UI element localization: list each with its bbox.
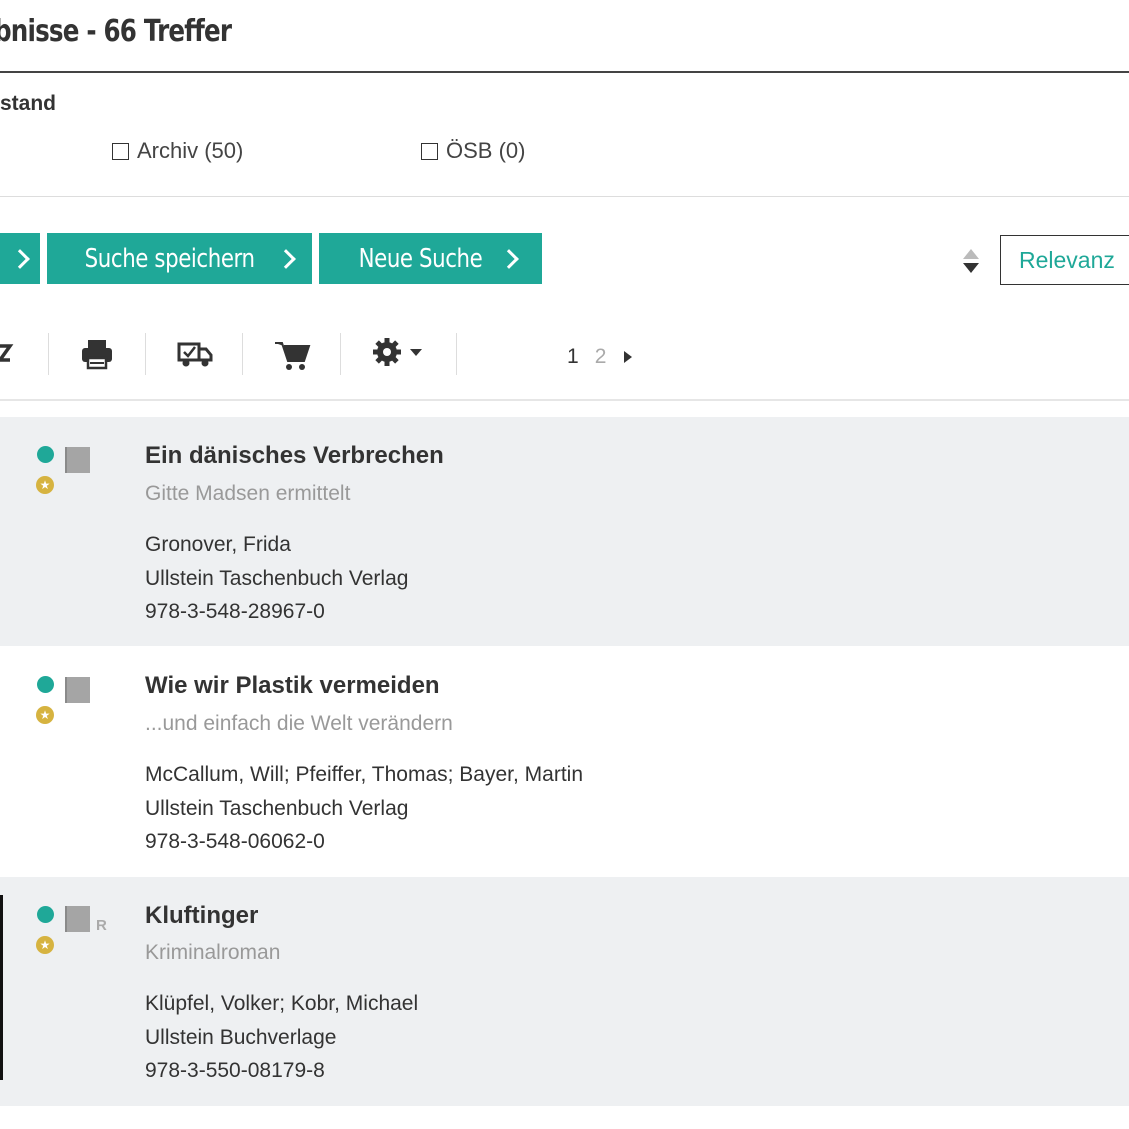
availability-dot: [37, 446, 54, 463]
result-publisher: Ullstein Taschenbuch Verlag: [145, 797, 409, 820]
settings-gear-icon[interactable]: [372, 336, 426, 372]
rating-star-icon: ★: [36, 476, 54, 494]
page-current[interactable]: 1: [567, 345, 579, 369]
facet-option-label: ÖSB (0): [446, 138, 526, 163]
save-search-button[interactable]: Suche speichern: [47, 233, 312, 284]
toolbar-divider: [48, 333, 49, 375]
facet-option-osb[interactable]: ÖSB (0): [421, 138, 525, 164]
page-title: bnisse - 66 Treffer: [0, 14, 232, 49]
cart-icon[interactable]: [274, 336, 312, 372]
delivery-truck-icon[interactable]: [176, 336, 214, 372]
toolbar-divider: [242, 333, 243, 375]
availability-dot: [37, 676, 54, 693]
print-icon[interactable]: [80, 336, 114, 372]
export-icon[interactable]: [0, 336, 14, 372]
result-title[interactable]: Kluftinger: [145, 902, 258, 930]
chevron-right-icon: [276, 248, 297, 269]
result-isbn: 978-3-548-06062-0: [145, 830, 325, 853]
facet-label: stand: [0, 92, 57, 115]
reserved-badge: R: [96, 917, 107, 934]
sort-select-value: Relevanz: [1019, 246, 1115, 273]
book-icon: [65, 677, 90, 703]
rating-star-icon: ★: [36, 706, 54, 724]
result-subtitle: Gitte Madsen ermittelt: [145, 482, 351, 505]
book-icon: [65, 906, 90, 932]
result-author: Klüpfel, Volker; Kobr, Michael: [145, 992, 419, 1015]
next-page-icon[interactable]: [624, 351, 633, 363]
sort-direction-icon[interactable]: [962, 247, 980, 275]
partial-button[interactable]: [0, 233, 40, 284]
new-search-label: Neue Suche: [358, 243, 483, 274]
save-search-label: Suche speichern: [84, 243, 255, 274]
result-title[interactable]: Wie wir Plastik vermeiden: [145, 672, 440, 700]
result-publisher: Ullstein Taschenbuch Verlag: [145, 567, 409, 590]
page-link-2[interactable]: 2: [595, 345, 607, 369]
toolbar-divider: [340, 333, 341, 375]
facet-option-archiv[interactable]: Archiv (50): [112, 138, 243, 164]
pagination: 1 2: [567, 345, 633, 369]
result-subtitle: Kriminalroman: [145, 941, 281, 964]
header-divider: [0, 71, 1129, 73]
facet-divider: [0, 196, 1129, 197]
chevron-right-icon: [10, 248, 30, 269]
book-icon: [65, 447, 90, 473]
rating-star-icon: ★: [36, 936, 54, 954]
sort-select[interactable]: Relevanz: [1000, 235, 1129, 285]
checkbox[interactable]: [112, 142, 129, 160]
toolbar-divider: [145, 333, 146, 375]
toolbar-divider-bottom: [0, 399, 1129, 401]
result-isbn: 978-3-550-08179-8: [145, 1059, 325, 1082]
result-publisher: Ullstein Buchverlage: [145, 1026, 337, 1049]
new-search-button[interactable]: Neue Suche: [319, 233, 542, 284]
cover-thumbnail[interactable]: [0, 895, 3, 1080]
result-subtitle: ...und einfach die Welt verändern: [145, 712, 453, 735]
availability-dot: [37, 906, 54, 923]
caret-down-icon: [410, 349, 422, 356]
checkbox[interactable]: [421, 142, 438, 160]
result-title[interactable]: Ein dänisches Verbrechen: [145, 442, 444, 470]
toolbar-divider: [456, 333, 457, 375]
result-author: McCallum, Will; Pfeiffer, Thomas; Bayer,…: [145, 763, 584, 786]
result-author: Gronover, Frida: [145, 533, 291, 556]
result-isbn: 978-3-548-28967-0: [145, 600, 325, 623]
chevron-right-icon: [499, 248, 519, 269]
facet-option-label: Archiv (50): [137, 138, 244, 163]
